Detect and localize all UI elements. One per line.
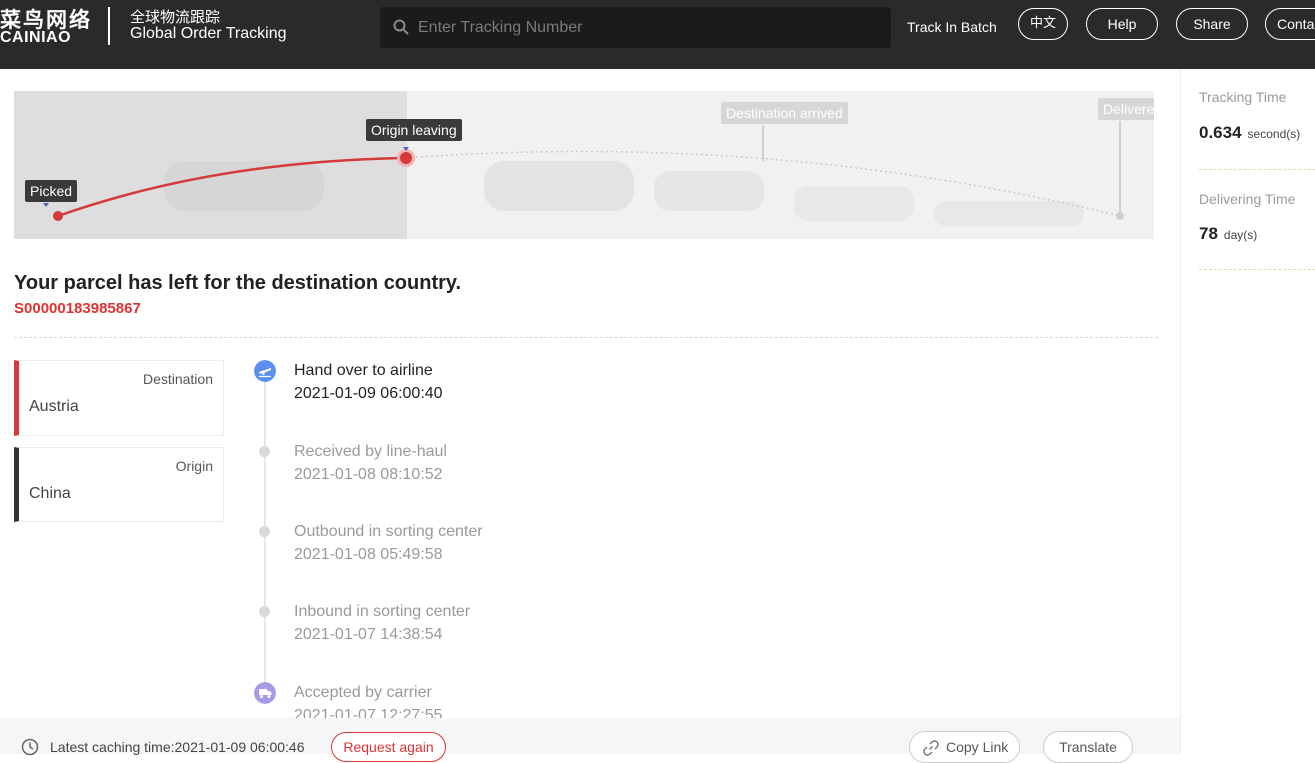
event-title: Inbound in sorting center (294, 603, 471, 620)
event-title: Outbound in sorting center (294, 523, 483, 540)
stats-panel: Tracking Time 0.634 second(s) Delivering … (1180, 69, 1315, 754)
destination-label: Destination (142, 371, 213, 387)
event-time: 2021-01-08 05:49:58 (294, 546, 443, 563)
event-title: Accepted by carrier (294, 684, 432, 701)
timeline-dot (259, 446, 270, 457)
event-time: 2021-01-08 08:10:52 (294, 466, 443, 483)
origin-country: China (29, 485, 71, 502)
timeline-dot (259, 526, 270, 537)
contact-button[interactable]: Contact (1265, 8, 1315, 40)
milestone-origin-leaving: Origin leaving (366, 119, 462, 141)
contact-clip: Contact (0, 0, 1315, 69)
delivering-time-label: Delivering Time (1199, 191, 1296, 207)
stats-separator (1199, 269, 1315, 270)
tracking-time-value: 0.634 second(s) (1199, 123, 1300, 143)
clock-icon (21, 738, 39, 756)
parcel-status-title: Your parcel has left for the destination… (14, 272, 462, 294)
route-map-graphic (43, 121, 1124, 226)
truck-icon (254, 682, 276, 704)
milestone-destination-arrived: Destination arrived (721, 102, 848, 124)
origin-label: Origin (175, 458, 213, 474)
delivering-time-number: 78 (1199, 224, 1218, 243)
event-title: Hand over to airline (294, 362, 433, 379)
link-icon (923, 740, 939, 756)
milestone-picked: Picked (25, 180, 78, 202)
delivering-time-unit: day(s) (1223, 228, 1258, 242)
tracking-time-number: 0.634 (1199, 123, 1242, 142)
section-divider (14, 337, 1158, 338)
destination-card: Destination Austria (14, 360, 224, 436)
event-time: 2021-01-07 14:38:54 (294, 626, 443, 643)
stats-separator (1199, 169, 1315, 170)
request-again-button[interactable]: Request again (331, 732, 446, 762)
origin-card: Origin China (14, 447, 224, 522)
tracking-time-label: Tracking Time (1199, 89, 1287, 105)
copy-link-button[interactable]: Copy Link (909, 731, 1020, 763)
route-map: Picked Origin leaving Destination arrive… (14, 91, 1154, 239)
destination-country: Austria (29, 398, 79, 415)
latest-caching-time: Latest caching time:2021-01-09 06:00:46 (50, 739, 305, 755)
delivering-time-value: 78 day(s) (1199, 224, 1257, 244)
event-title: Received by line-haul (294, 443, 447, 460)
milestone-delivered: Delivered (1098, 98, 1154, 120)
event-time: 2021-01-09 06:00:40 (294, 385, 443, 402)
tracking-time-unit: second(s) (1247, 127, 1301, 141)
tracking-number: S00000183985867 (14, 300, 141, 317)
translate-button[interactable]: Translate (1043, 731, 1133, 763)
world-map-dots (164, 161, 1084, 226)
bottom-action-bar: Latest caching time:2021-01-09 06:00:46 … (0, 718, 1180, 763)
copy-link-label: Copy Link (946, 739, 1009, 755)
top-nav-bar: 菜鸟网络 CAINIAO 全球物流跟踪 Global Order Trackin… (0, 0, 1315, 69)
timeline-dot (259, 606, 270, 617)
airplane-icon (254, 360, 276, 382)
